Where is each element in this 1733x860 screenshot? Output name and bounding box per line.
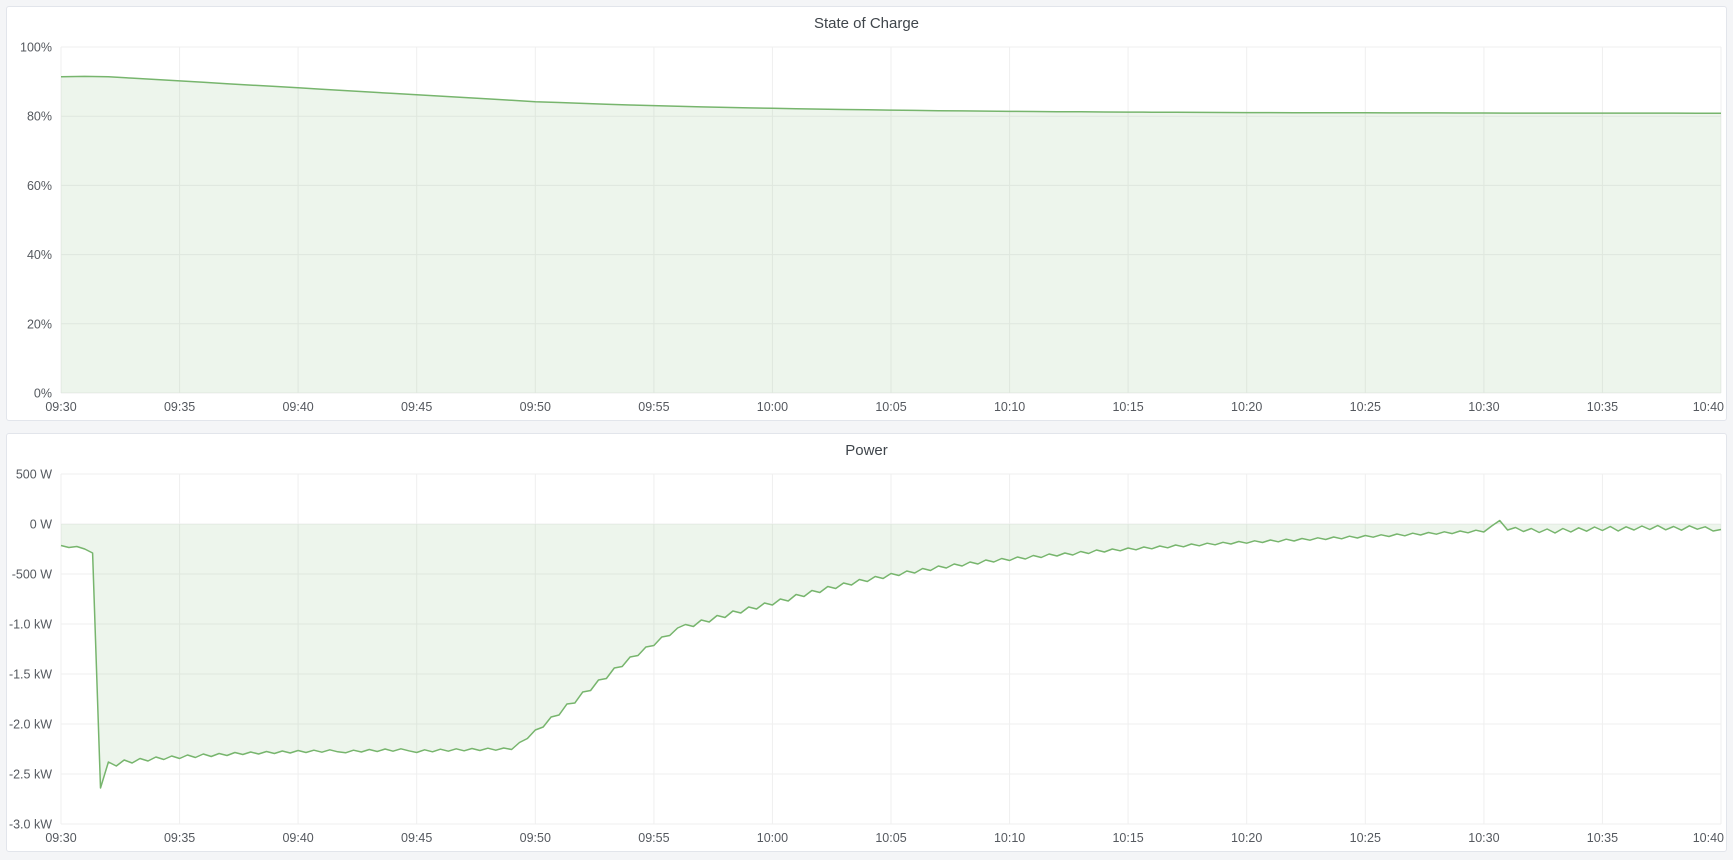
- x-tick-label: 10:10: [994, 400, 1025, 414]
- x-tick-label: 10:00: [757, 831, 788, 845]
- x-tick-label: 10:25: [1350, 831, 1381, 845]
- x-tick-label: 10:05: [875, 400, 906, 414]
- power-chart-canvas[interactable]: 500 W 0 W -500 W -1.0 kW -1.5 kW -2.0 kW -2.5 …: [7, 464, 1726, 851]
- x-tick-label: 10:20: [1231, 400, 1262, 414]
- x-tick-label: 09:55: [638, 400, 669, 414]
- x-tick-label: 09:35: [164, 831, 195, 845]
- x-tick-label: 09:40: [282, 831, 313, 845]
- x-tick-label: 10:30: [1468, 831, 1499, 845]
- x-tick-label: 09:30: [45, 400, 76, 414]
- x-tick-label: 10:35: [1587, 831, 1618, 845]
- y-tick-label: -500 W: [12, 568, 52, 582]
- x-tick-label: 10:10: [994, 831, 1025, 845]
- x-tick-label: 10:20: [1231, 831, 1262, 845]
- soc-chart-canvas[interactable]: 100% 80% 60% 40% 20% 0%09:30 09:35 09:40 09:45 09…: [7, 37, 1726, 420]
- y-tick-label: -3.0 kW: [9, 818, 52, 832]
- x-tick-label: 09:50: [520, 400, 551, 414]
- y-tick-label: 40%: [27, 248, 52, 262]
- x-tick-label: 10:15: [1112, 400, 1143, 414]
- x-tick-label: 10:40: [1693, 831, 1724, 845]
- x-tick-label: 10:30: [1468, 400, 1499, 414]
- series-area: [61, 76, 1721, 393]
- y-tick-label: 100%: [20, 41, 52, 55]
- y-tick-label: 80%: [27, 110, 52, 124]
- y-tick-label: 0%: [34, 387, 52, 401]
- panel-state-of-charge: State of Charge 100% 80% 60% 40% 20% 0%09:30 0…: [6, 6, 1727, 421]
- x-tick-label: 09:55: [638, 831, 669, 845]
- y-tick-label: 500 W: [16, 468, 52, 482]
- x-tick-label: 10:25: [1350, 400, 1381, 414]
- x-tick-label: 10:05: [875, 831, 906, 845]
- y-tick-label: -2.5 kW: [9, 768, 52, 782]
- y-tick-label: -1.0 kW: [9, 618, 52, 632]
- y-tick-label: 20%: [27, 317, 52, 331]
- x-tick-label: 10:35: [1587, 400, 1618, 414]
- panel-title-state-of-charge[interactable]: State of Charge: [7, 7, 1726, 37]
- panel-power: Power 500 W 0 W -500 W -1.0 kW -1.5 kW -2.0 k…: [6, 433, 1727, 852]
- y-tick-label: 0 W: [30, 518, 52, 532]
- x-tick-label: 09:50: [520, 831, 551, 845]
- y-tick-label: 60%: [27, 179, 52, 193]
- y-tick-label: -1.5 kW: [9, 668, 52, 682]
- x-tick-label: 09:40: [282, 400, 313, 414]
- x-tick-label: 09:35: [164, 400, 195, 414]
- x-tick-label: 10:00: [757, 400, 788, 414]
- x-tick-label: 09:45: [401, 400, 432, 414]
- panel-title-power[interactable]: Power: [7, 434, 1726, 464]
- dashboard: State of Charge 100%80%60%40%20%0%09:300…: [0, 0, 1733, 860]
- x-tick-label: 10:40: [1693, 400, 1724, 414]
- x-tick-label: 10:15: [1112, 831, 1143, 845]
- x-tick-label: 09:30: [45, 831, 76, 845]
- x-tick-label: 09:45: [401, 831, 432, 845]
- y-tick-label: -2.0 kW: [9, 718, 52, 732]
